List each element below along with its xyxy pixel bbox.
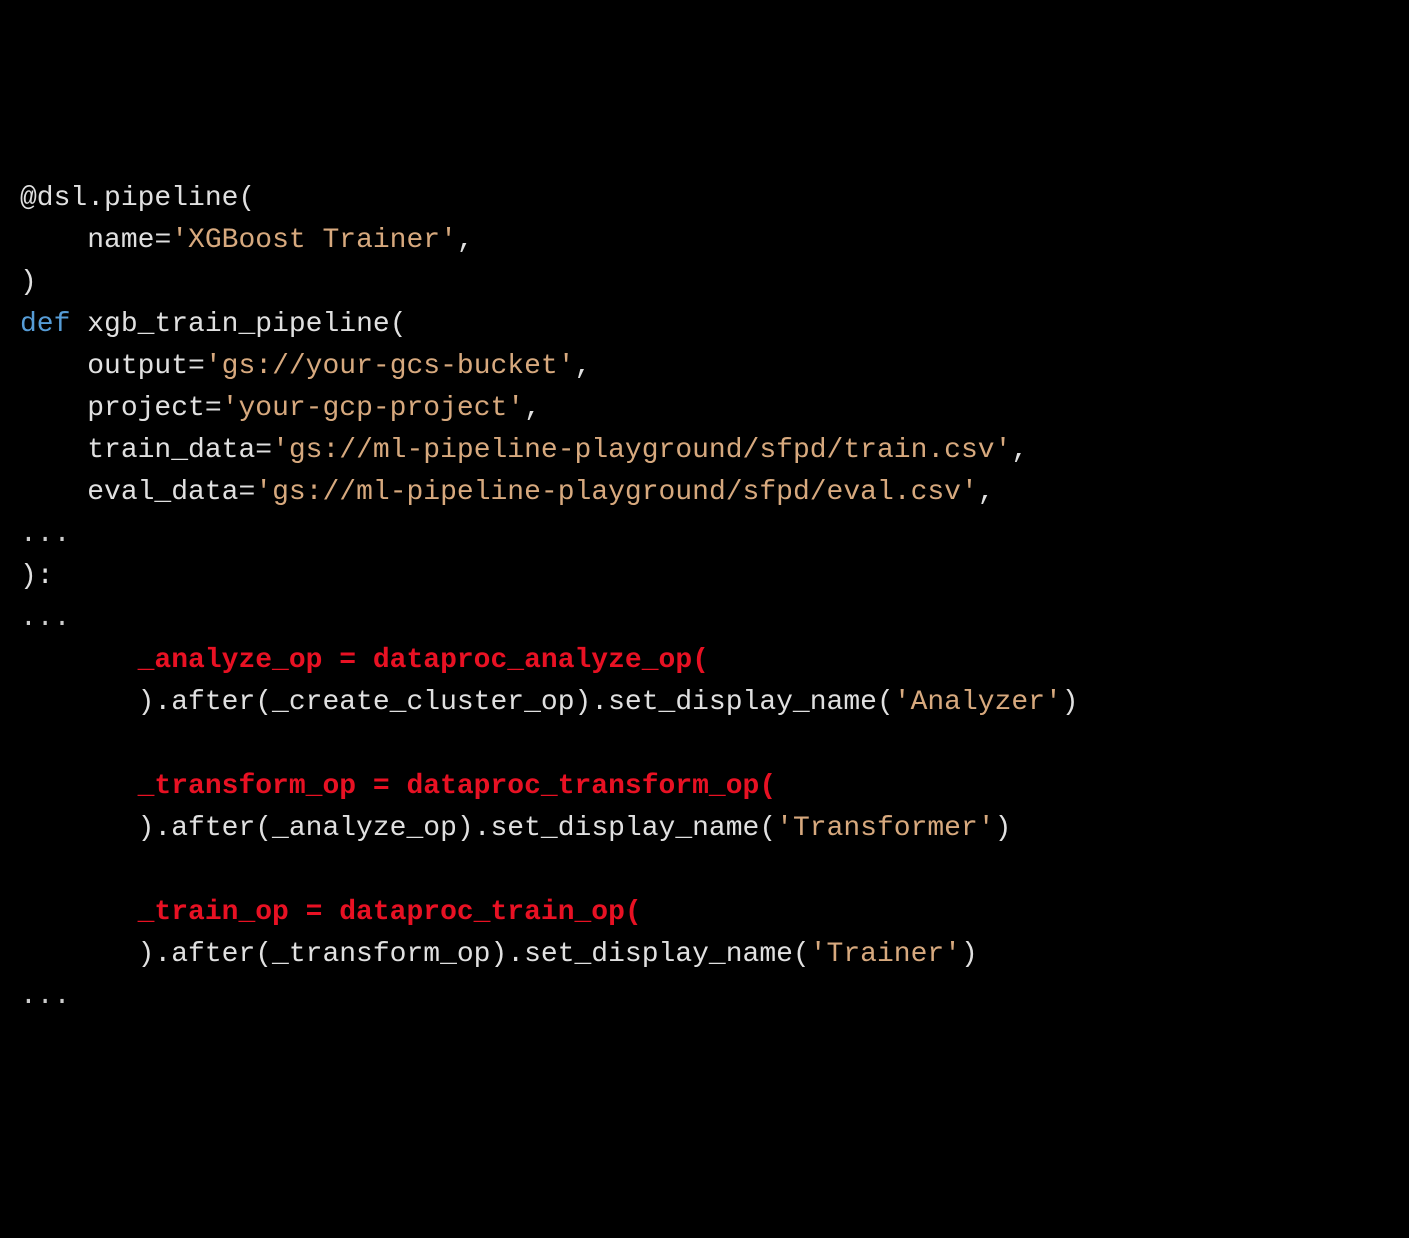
ellipsis: ... [20, 519, 70, 550]
comma: , [575, 351, 592, 382]
equals-sign: = [205, 393, 222, 424]
code-block: @dsl.pipeline( name='XGBoost Trainer', )… [20, 178, 1389, 1018]
param-output: output [87, 351, 188, 382]
string-literal: 'gs://your-gcs-bucket' [205, 351, 575, 382]
param-eval-data: eval_data [87, 477, 238, 508]
equals-sign: = [255, 435, 272, 466]
set-display-call: ).set_display_name( [575, 687, 894, 718]
close-paren: ) [995, 813, 1012, 844]
comma: , [1011, 435, 1028, 466]
close-paren: ) [1062, 687, 1079, 718]
param-project: project [87, 393, 205, 424]
analyze-op-assign: _analyze_op = dataproc_analyze_op( [138, 645, 709, 676]
set-display-call: ).set_display_name( [457, 813, 776, 844]
equals-sign: = [188, 351, 205, 382]
space [70, 309, 87, 340]
close-paren: ) [961, 939, 978, 970]
arg-transform-op: _transform_op [272, 939, 490, 970]
train-op-assign: _train_op = dataproc_train_op( [138, 897, 642, 928]
transform-op-assign: _transform_op = dataproc_transform_op( [138, 771, 777, 802]
close-paren-colon: ): [20, 561, 54, 592]
decorator-line: @dsl.pipeline( [20, 183, 255, 214]
ellipsis: ... [20, 981, 70, 1012]
def-keyword: def [20, 309, 70, 340]
close-paren: ) [20, 267, 37, 298]
ellipsis: ... [20, 603, 70, 634]
after-call: ).after( [138, 687, 272, 718]
after-call: ).after( [138, 813, 272, 844]
comma: , [457, 225, 474, 256]
equals-sign: = [154, 225, 171, 256]
arg-create-cluster: _create_cluster_op [272, 687, 574, 718]
after-call: ).after( [138, 939, 272, 970]
function-name: xgb_train_pipeline [87, 309, 389, 340]
open-paren: ( [390, 309, 407, 340]
comma: , [978, 477, 995, 508]
equals-sign: = [238, 477, 255, 508]
string-transformer: 'Transformer' [776, 813, 994, 844]
string-literal: 'your-gcp-project' [222, 393, 524, 424]
set-display-call: ).set_display_name( [490, 939, 809, 970]
param-train-data: train_data [87, 435, 255, 466]
string-literal: 'gs://ml-pipeline-playground/sfpd/eval.c… [255, 477, 978, 508]
param-name: name [87, 225, 154, 256]
arg-analyze-op: _analyze_op [272, 813, 457, 844]
string-literal: 'gs://ml-pipeline-playground/sfpd/train.… [272, 435, 1011, 466]
string-literal: 'XGBoost Trainer' [171, 225, 457, 256]
comma: , [524, 393, 541, 424]
string-trainer: 'Trainer' [810, 939, 961, 970]
string-analyzer: 'Analyzer' [894, 687, 1062, 718]
